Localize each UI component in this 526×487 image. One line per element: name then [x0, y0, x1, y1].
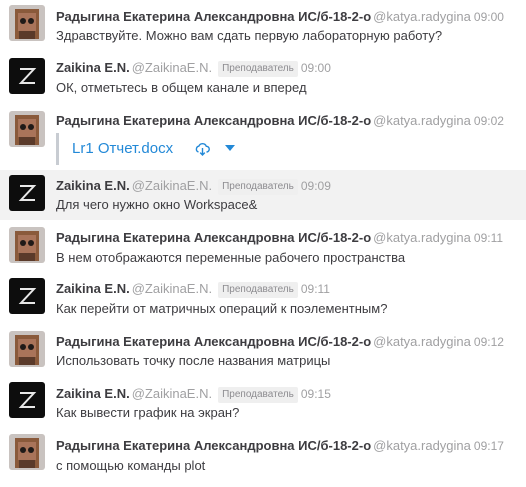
z-logo-avatar-icon[interactable] — [9, 58, 45, 94]
author-username[interactable]: @katya.radygina — [373, 113, 471, 128]
message-post[interactable]: Радыгина Екатерина Александровна ИС/б-18… — [0, 429, 526, 487]
author-username[interactable]: @ZaikinaE.N. — [132, 60, 212, 75]
author-name[interactable]: Zaikina E.N. — [56, 60, 130, 75]
doll-avatar-icon[interactable] — [9, 331, 45, 367]
author-username[interactable]: @katya.radygina — [373, 438, 471, 453]
role-badge: Преподаватель — [218, 387, 298, 403]
doll-avatar-icon[interactable] — [9, 111, 45, 147]
z-logo-avatar-icon[interactable] — [9, 175, 45, 211]
message-time[interactable]: 09:09 — [301, 179, 331, 193]
message-text: Как вывести график на экран? — [56, 405, 240, 420]
message-time[interactable]: 09:12 — [474, 335, 504, 349]
message-post[interactable]: Zaikina E.N. @ZaikinaE.N. Преподаватель 09:… — [0, 377, 526, 429]
role-badge: Преподаватель — [218, 282, 298, 298]
author-name[interactable]: Zaikina E.N. — [56, 281, 130, 296]
message-text: ОК, отметьтесь в общем канале и вперед — [56, 80, 307, 95]
message-time[interactable]: 09:00 — [474, 10, 504, 24]
message-post[interactable]: Радыгина Екатерина Александровна ИС/б-18… — [0, 0, 526, 53]
author-username[interactable]: @katya.radygina — [373, 9, 471, 24]
file-attachment[interactable]: Lr1 Отчет.docx — [56, 133, 250, 165]
author-name[interactable]: Zaikina E.N. — [56, 178, 130, 193]
author-username[interactable]: @katya.radygina — [373, 334, 471, 349]
author-name[interactable]: Радыгина Екатерина Александровна ИС/б-18… — [56, 230, 371, 245]
message-text: Для чего нужно окно Workspace& — [56, 197, 258, 212]
message-time[interactable]: 09:15 — [301, 387, 331, 401]
message-post[interactable]: Радыгина Екатерина Александровна ИС/б-18… — [0, 106, 526, 170]
role-badge: Преподаватель — [218, 61, 298, 77]
message-post[interactable]: Zaikina E.N. @ZaikinaE.N. Преподаватель 09:… — [0, 272, 526, 325]
message-post[interactable]: Радыгина Екатерина Александровна ИС/б-18… — [0, 325, 526, 377]
doll-avatar-icon[interactable] — [9, 5, 45, 41]
author-username[interactable]: @ZaikinaE.N. — [132, 386, 212, 401]
message-text: Использовать точку после названия матриц… — [56, 353, 331, 368]
role-badge: Преподаватель — [218, 179, 298, 195]
download-icon[interactable] — [195, 142, 210, 156]
doll-avatar-icon[interactable] — [9, 434, 45, 470]
message-text: Здравствуйте. Можно вам сдать первую лаб… — [56, 28, 443, 43]
message-time[interactable]: 09:00 — [301, 61, 331, 75]
author-username[interactable]: @ZaikinaE.N. — [132, 178, 212, 193]
z-logo-avatar-icon[interactable] — [9, 382, 45, 418]
author-name[interactable]: Радыгина Екатерина Александровна ИС/б-18… — [56, 113, 371, 128]
file-name-link[interactable]: Lr1 Отчет.docx — [72, 139, 173, 159]
message-time[interactable]: 09:02 — [474, 114, 504, 128]
message-post[interactable]: Zaikina E.N. @ZaikinaE.N. Преподаватель 09:… — [0, 170, 526, 220]
message-text: Как перейти от матричных операций к поэл… — [56, 301, 388, 316]
author-username[interactable]: @ZaikinaE.N. — [132, 281, 212, 296]
author-username[interactable]: @katya.radygina — [373, 230, 471, 245]
author-name[interactable]: Радыгина Екатерина Александровна ИС/б-18… — [56, 438, 371, 453]
chevron-down-icon[interactable] — [225, 145, 235, 152]
author-name[interactable]: Zaikina E.N. — [56, 386, 130, 401]
message-text: с помощью команды plot — [56, 458, 206, 473]
message-post[interactable]: Zaikina E.N. @ZaikinaE.N. Преподаватель 09:… — [0, 53, 526, 106]
author-name[interactable]: Радыгина Екатерина Александровна ИС/б-18… — [56, 9, 371, 24]
z-logo-avatar-icon[interactable] — [9, 278, 45, 314]
doll-avatar-icon[interactable] — [9, 227, 45, 263]
message-time[interactable]: 09:17 — [474, 439, 504, 453]
author-name[interactable]: Радыгина Екатерина Александровна ИС/б-18… — [56, 334, 371, 349]
message-text: В нем отображаются переменные рабочего п… — [56, 250, 406, 265]
message-time[interactable]: 09:11 — [474, 231, 503, 245]
message-post[interactable]: Радыгина Екатерина Александровна ИС/б-18… — [0, 220, 526, 272]
message-time[interactable]: 09:11 — [301, 282, 330, 296]
